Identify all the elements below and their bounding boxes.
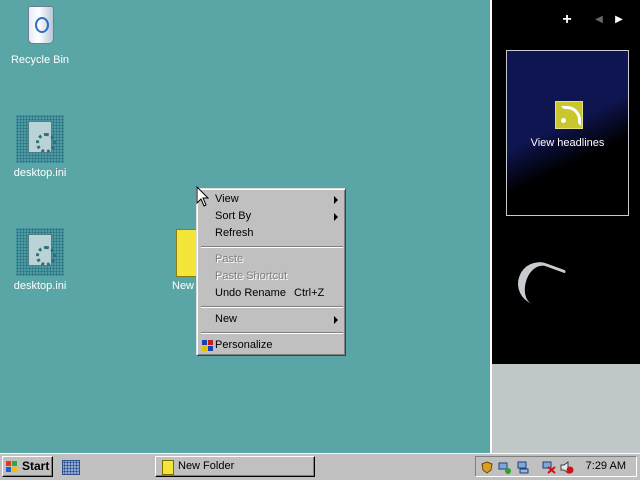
start-button[interactable]: Start: [2, 456, 53, 477]
system-tray: 7:29 AM: [475, 456, 637, 477]
show-desktop-icon[interactable]: [62, 460, 80, 475]
menu-separator: [201, 306, 343, 308]
menu-item-label: Paste Shortcut: [215, 270, 288, 282]
view-headlines-label: View headlines: [530, 137, 605, 149]
sidebar-gadget-slot: [492, 9, 552, 31]
windows-sidebar: + ◀ ▶ View headlines: [490, 0, 640, 453]
desktop-icon-label: desktop.ini: [13, 280, 67, 292]
menu-item-label: Personalize: [215, 339, 273, 351]
desktop-context-menu: View Sort By Refresh Paste Paste Shortcu…: [196, 188, 346, 356]
taskbar-clock[interactable]: 7:29 AM: [586, 457, 626, 476]
desktop-icon-new-folder-label[interactable]: New: [172, 280, 194, 292]
submenu-arrow-icon: [334, 213, 338, 221]
desktop-icon-label: desktop.ini: [13, 167, 67, 179]
menu-item-shortcut: Ctrl+Z: [294, 287, 325, 299]
menu-item-sort-by[interactable]: Sort By: [200, 208, 344, 225]
settings-file-icon: [16, 115, 64, 163]
desktop-icon-recycle-bin[interactable]: Recycle Bin: [0, 2, 80, 67]
folder-icon: [162, 460, 174, 475]
submenu-arrow-icon: [334, 196, 338, 204]
menu-item-undo-rename[interactable]: Undo Rename Ctrl+Z: [200, 285, 344, 302]
shield-icon[interactable]: [480, 461, 494, 474]
taskbar: Start New Folder 7:29 AM: [0, 453, 640, 480]
menu-item-paste-shortcut: Paste Shortcut: [200, 268, 344, 285]
network-disconnected-icon[interactable]: [542, 461, 556, 474]
windows-logo-icon: [6, 461, 18, 473]
menu-item-refresh[interactable]: Refresh: [200, 225, 344, 242]
personalize-icon: [202, 340, 213, 351]
taskbar-button-new-folder[interactable]: New Folder: [155, 456, 315, 477]
taskbar-button-label: New Folder: [178, 460, 235, 472]
menu-item-new[interactable]: New: [200, 311, 344, 328]
settings-file-icon: [16, 228, 64, 276]
menu-item-label: Sort By: [215, 210, 252, 222]
menu-item-personalize[interactable]: Personalize: [200, 337, 344, 354]
menu-item-label: View: [215, 193, 239, 205]
add-gadget-button[interactable]: +: [556, 9, 578, 31]
previous-gadget-button[interactable]: ◀: [588, 9, 610, 31]
volume-muted-icon[interactable]: [560, 461, 574, 474]
mouse-pointer-icon: [196, 186, 210, 207]
desktop-icon-desktop-ini[interactable]: desktop.ini: [0, 115, 80, 180]
menu-separator: [201, 332, 343, 334]
menu-item-label: New: [215, 313, 238, 325]
next-gadget-button[interactable]: ▶: [608, 9, 630, 31]
menu-item-paste: Paste: [200, 251, 344, 268]
start-label: Start: [22, 459, 50, 473]
menu-item-label: Refresh: [215, 227, 254, 239]
menu-separator: [201, 246, 343, 248]
menu-item-label: Undo Rename: [215, 287, 286, 299]
desktop-icon-label: Recycle Bin: [10, 54, 70, 66]
rss-feed-icon: [555, 101, 583, 129]
recycle-bin-icon: [16, 2, 64, 50]
network-icon[interactable]: [498, 461, 512, 474]
menu-item-label: Paste: [215, 253, 244, 265]
sidebar-toolbar: + ◀ ▶: [492, 9, 640, 31]
desktop-icon-desktop-ini-2[interactable]: desktop.ini: [0, 228, 80, 293]
folder-icon[interactable]: [176, 229, 197, 277]
menu-item-view[interactable]: View: [200, 191, 344, 208]
feed-headlines-gadget[interactable]: View headlines: [506, 50, 629, 216]
network-icon[interactable]: [516, 461, 530, 474]
submenu-arrow-icon: [334, 316, 338, 324]
